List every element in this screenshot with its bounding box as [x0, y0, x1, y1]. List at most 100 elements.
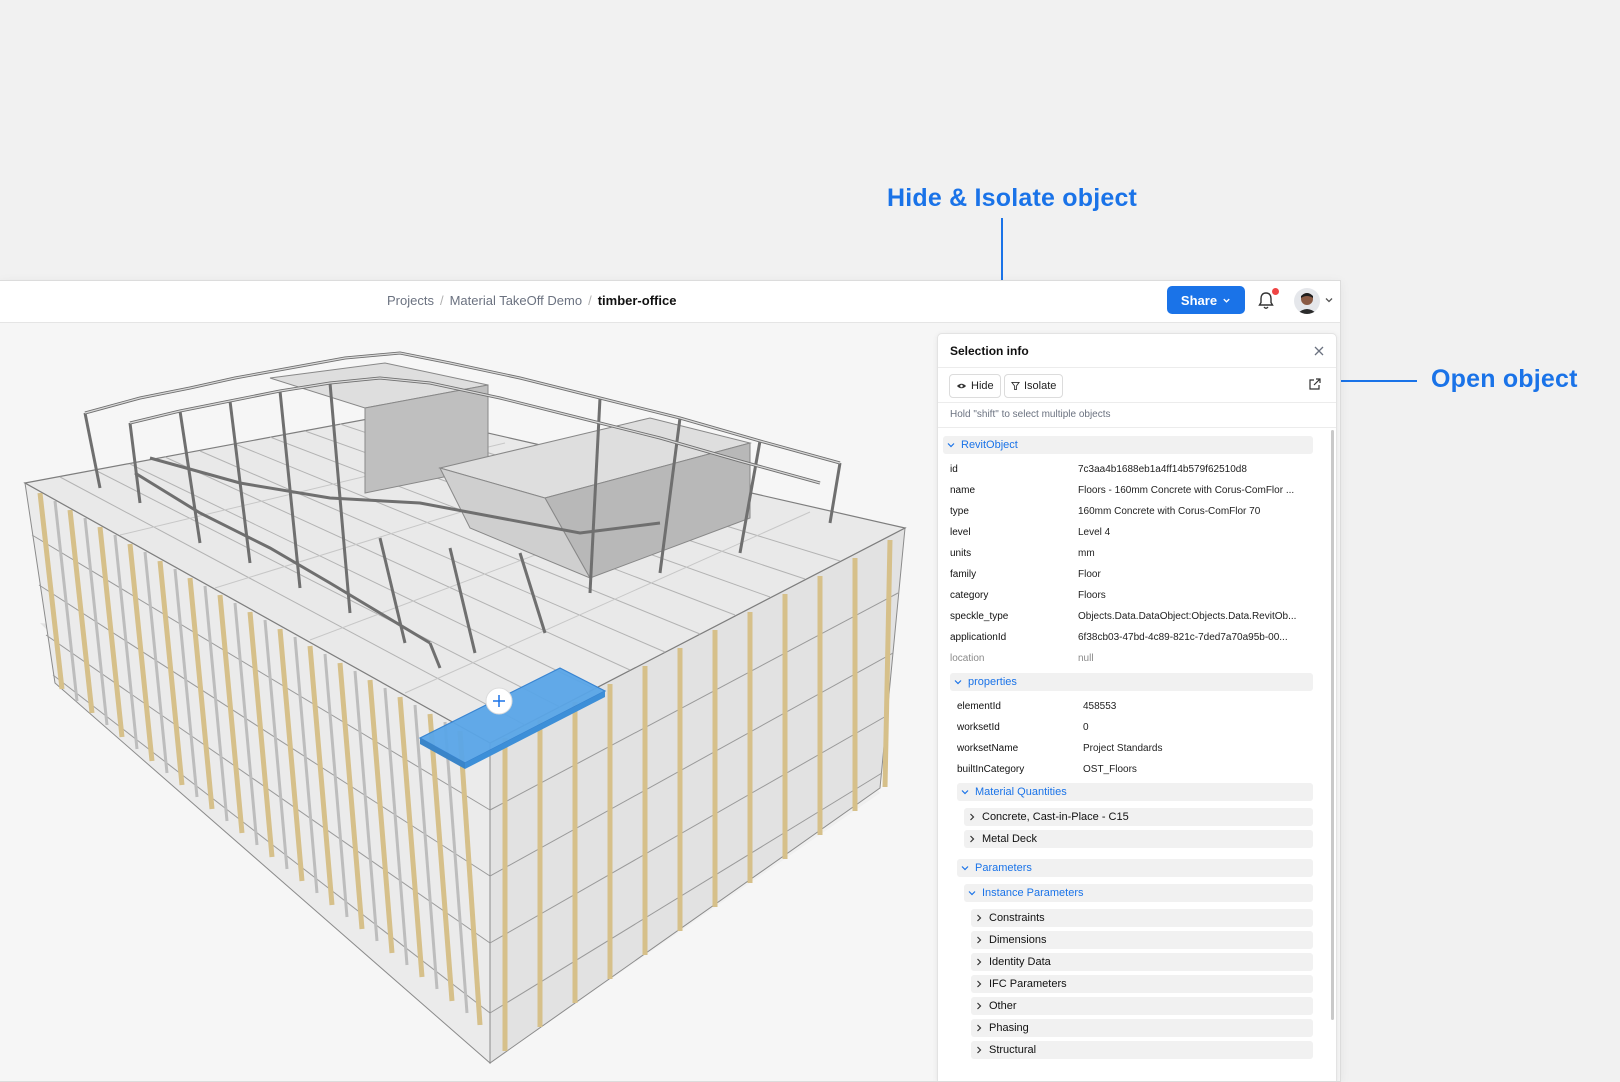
property-row: type 160mm Concrete with Corus-ComFlor 70 — [950, 501, 1310, 522]
property-row: family Floor — [950, 564, 1310, 585]
section-label: RevitObject — [961, 439, 1018, 451]
chevron-down-icon — [954, 680, 962, 685]
chevron-right-icon — [977, 980, 982, 988]
app-window: Projects / Material TakeOff Demo / timbe… — [0, 280, 1341, 1082]
hide-isolate-callout: Hide & Isolate object — [887, 184, 1138, 212]
property-value: 160mm Concrete with Corus-ComFlor 70 — [1078, 506, 1261, 517]
property-value: Objects.Data.DataObject:Objects.Data.Rev… — [1078, 611, 1297, 622]
chevron-right-icon — [977, 958, 982, 966]
property-value: null — [1078, 653, 1094, 664]
property-value: 6f38cb03-47bd-4c89-821c-7ded7a70a95b-00.… — [1078, 632, 1288, 643]
property-key: units — [950, 548, 972, 559]
top-bar: Projects / Material TakeOff Demo / timbe… — [0, 281, 1340, 323]
add-annotation-icon[interactable] — [485, 687, 513, 715]
property-row: speckle_type Objects.Data.DataObject:Obje… — [950, 606, 1310, 627]
property-value: Floors - 160mm Concrete with Corus-ComFl… — [1078, 485, 1295, 496]
section-properties[interactable]: properties — [950, 673, 1313, 691]
parameter-group[interactable]: Constraints — [971, 909, 1313, 927]
parameter-group[interactable]: Phasing — [971, 1019, 1313, 1037]
property-value: Floor — [1078, 569, 1101, 580]
parameter-group[interactable]: IFC Parameters — [971, 975, 1313, 993]
close-icon[interactable] — [1314, 346, 1324, 356]
property-key: category — [950, 590, 989, 601]
notification-dot — [1272, 288, 1279, 295]
section-instance-parameters[interactable]: Instance Parameters — [964, 884, 1313, 902]
hide-label: Hide — [971, 380, 994, 392]
share-label: Share — [1180, 292, 1218, 308]
open-object-callout-line — [1336, 380, 1417, 382]
property-row: category Floors — [950, 585, 1310, 606]
property-key: level — [950, 527, 971, 538]
property-key: applicationId — [950, 632, 1007, 643]
property-key: family — [950, 569, 977, 580]
avatar[interactable] — [1294, 288, 1320, 314]
property-value: Project Standards — [1083, 743, 1163, 754]
chevron-down-icon — [1223, 298, 1230, 303]
property-row: applicationId 6f38cb03-47bd-4c89-821c-7de… — [950, 627, 1310, 648]
breadcrumb: Projects / Material TakeOff Demo / timbe… — [387, 293, 676, 308]
hide-button[interactable]: Hide — [949, 374, 1001, 398]
isolate-button[interactable]: Isolate — [1004, 374, 1064, 398]
property-key: type — [950, 506, 969, 517]
parameter-group-label: IFC Parameters — [989, 978, 1067, 990]
section-label: Instance Parameters — [982, 887, 1084, 899]
material-item[interactable]: Metal Deck — [964, 830, 1313, 848]
isolate-label: Isolate — [1024, 380, 1057, 392]
section-revitobject[interactable]: RevitObject — [943, 436, 1313, 454]
building-model[interactable] — [0, 323, 930, 1081]
property-key: location — [950, 653, 985, 664]
section-label: Material Quantities — [975, 786, 1067, 798]
material-item[interactable]: Concrete, Cast-in-Place - C15 — [964, 808, 1313, 826]
breadcrumb-separator: / — [439, 293, 444, 308]
property-row: builtInCategory OST_Floors — [957, 759, 1307, 780]
property-value: Floors — [1078, 590, 1106, 601]
panel-title: Selection info — [950, 344, 1029, 358]
breadcrumb-projects[interactable]: Projects — [387, 293, 434, 308]
panel-scrollbar[interactable] — [1331, 430, 1334, 1020]
chevron-down-icon — [968, 891, 976, 896]
parameter-group[interactable]: Identity Data — [971, 953, 1313, 971]
section-label: properties — [968, 676, 1017, 688]
parameter-group-label: Identity Data — [989, 956, 1051, 968]
parameter-group[interactable]: Structural — [971, 1041, 1313, 1059]
parameter-group-label: Phasing — [989, 1022, 1029, 1034]
section-label: Parameters — [975, 862, 1032, 874]
property-key: speckle_type — [950, 611, 1009, 622]
share-button[interactable]: Share — [1167, 286, 1245, 314]
breadcrumb-project[interactable]: Material TakeOff Demo — [450, 293, 582, 308]
property-key: worksetId — [957, 722, 1000, 733]
external-link-icon[interactable] — [1308, 377, 1322, 391]
property-key: builtInCategory — [957, 764, 1025, 775]
parameter-group-label: Other — [989, 1000, 1017, 1012]
property-row: units mm — [950, 543, 1310, 564]
section-material-quantities[interactable]: Material Quantities — [957, 783, 1313, 801]
property-row: worksetId 0 — [957, 717, 1307, 738]
breadcrumb-separator: / — [588, 293, 592, 308]
property-row: level Level 4 — [950, 522, 1310, 543]
property-row: name Floors - 160mm Concrete with Corus-C… — [950, 480, 1310, 501]
breadcrumb-model: timber-office — [597, 293, 677, 308]
property-key: worksetName — [957, 743, 1019, 754]
parameter-group[interactable]: Other — [971, 997, 1313, 1015]
properties-tree: RevitObject id 7c3aa4b1688eb1a4ff14b579f6… — [938, 427, 1328, 1081]
material-label: Metal Deck — [982, 833, 1038, 845]
chevron-down-icon — [961, 790, 969, 795]
parameter-group-label: Structural — [989, 1044, 1037, 1056]
chevron-down-icon[interactable] — [1324, 293, 1334, 307]
material-label: Concrete, Cast-in-Place - C15 — [982, 811, 1129, 823]
chevron-right-icon — [977, 914, 982, 922]
section-parameters[interactable]: Parameters — [957, 859, 1313, 877]
chevron-down-icon — [947, 443, 955, 448]
property-key: name — [950, 485, 976, 496]
property-value: mm — [1078, 548, 1095, 559]
property-value: Level 4 — [1078, 527, 1111, 538]
property-key: id — [950, 464, 958, 475]
parameter-group[interactable]: Dimensions — [971, 931, 1313, 949]
property-row: id 7c3aa4b1688eb1a4ff14b579f62510d8 — [950, 459, 1310, 480]
property-value: 0 — [1083, 722, 1089, 733]
property-key: elementId — [957, 701, 1001, 712]
property-row: location null — [950, 648, 1310, 669]
parameter-group-label: Dimensions — [989, 934, 1047, 946]
chevron-right-icon — [970, 813, 975, 821]
eye-icon — [956, 383, 967, 389]
